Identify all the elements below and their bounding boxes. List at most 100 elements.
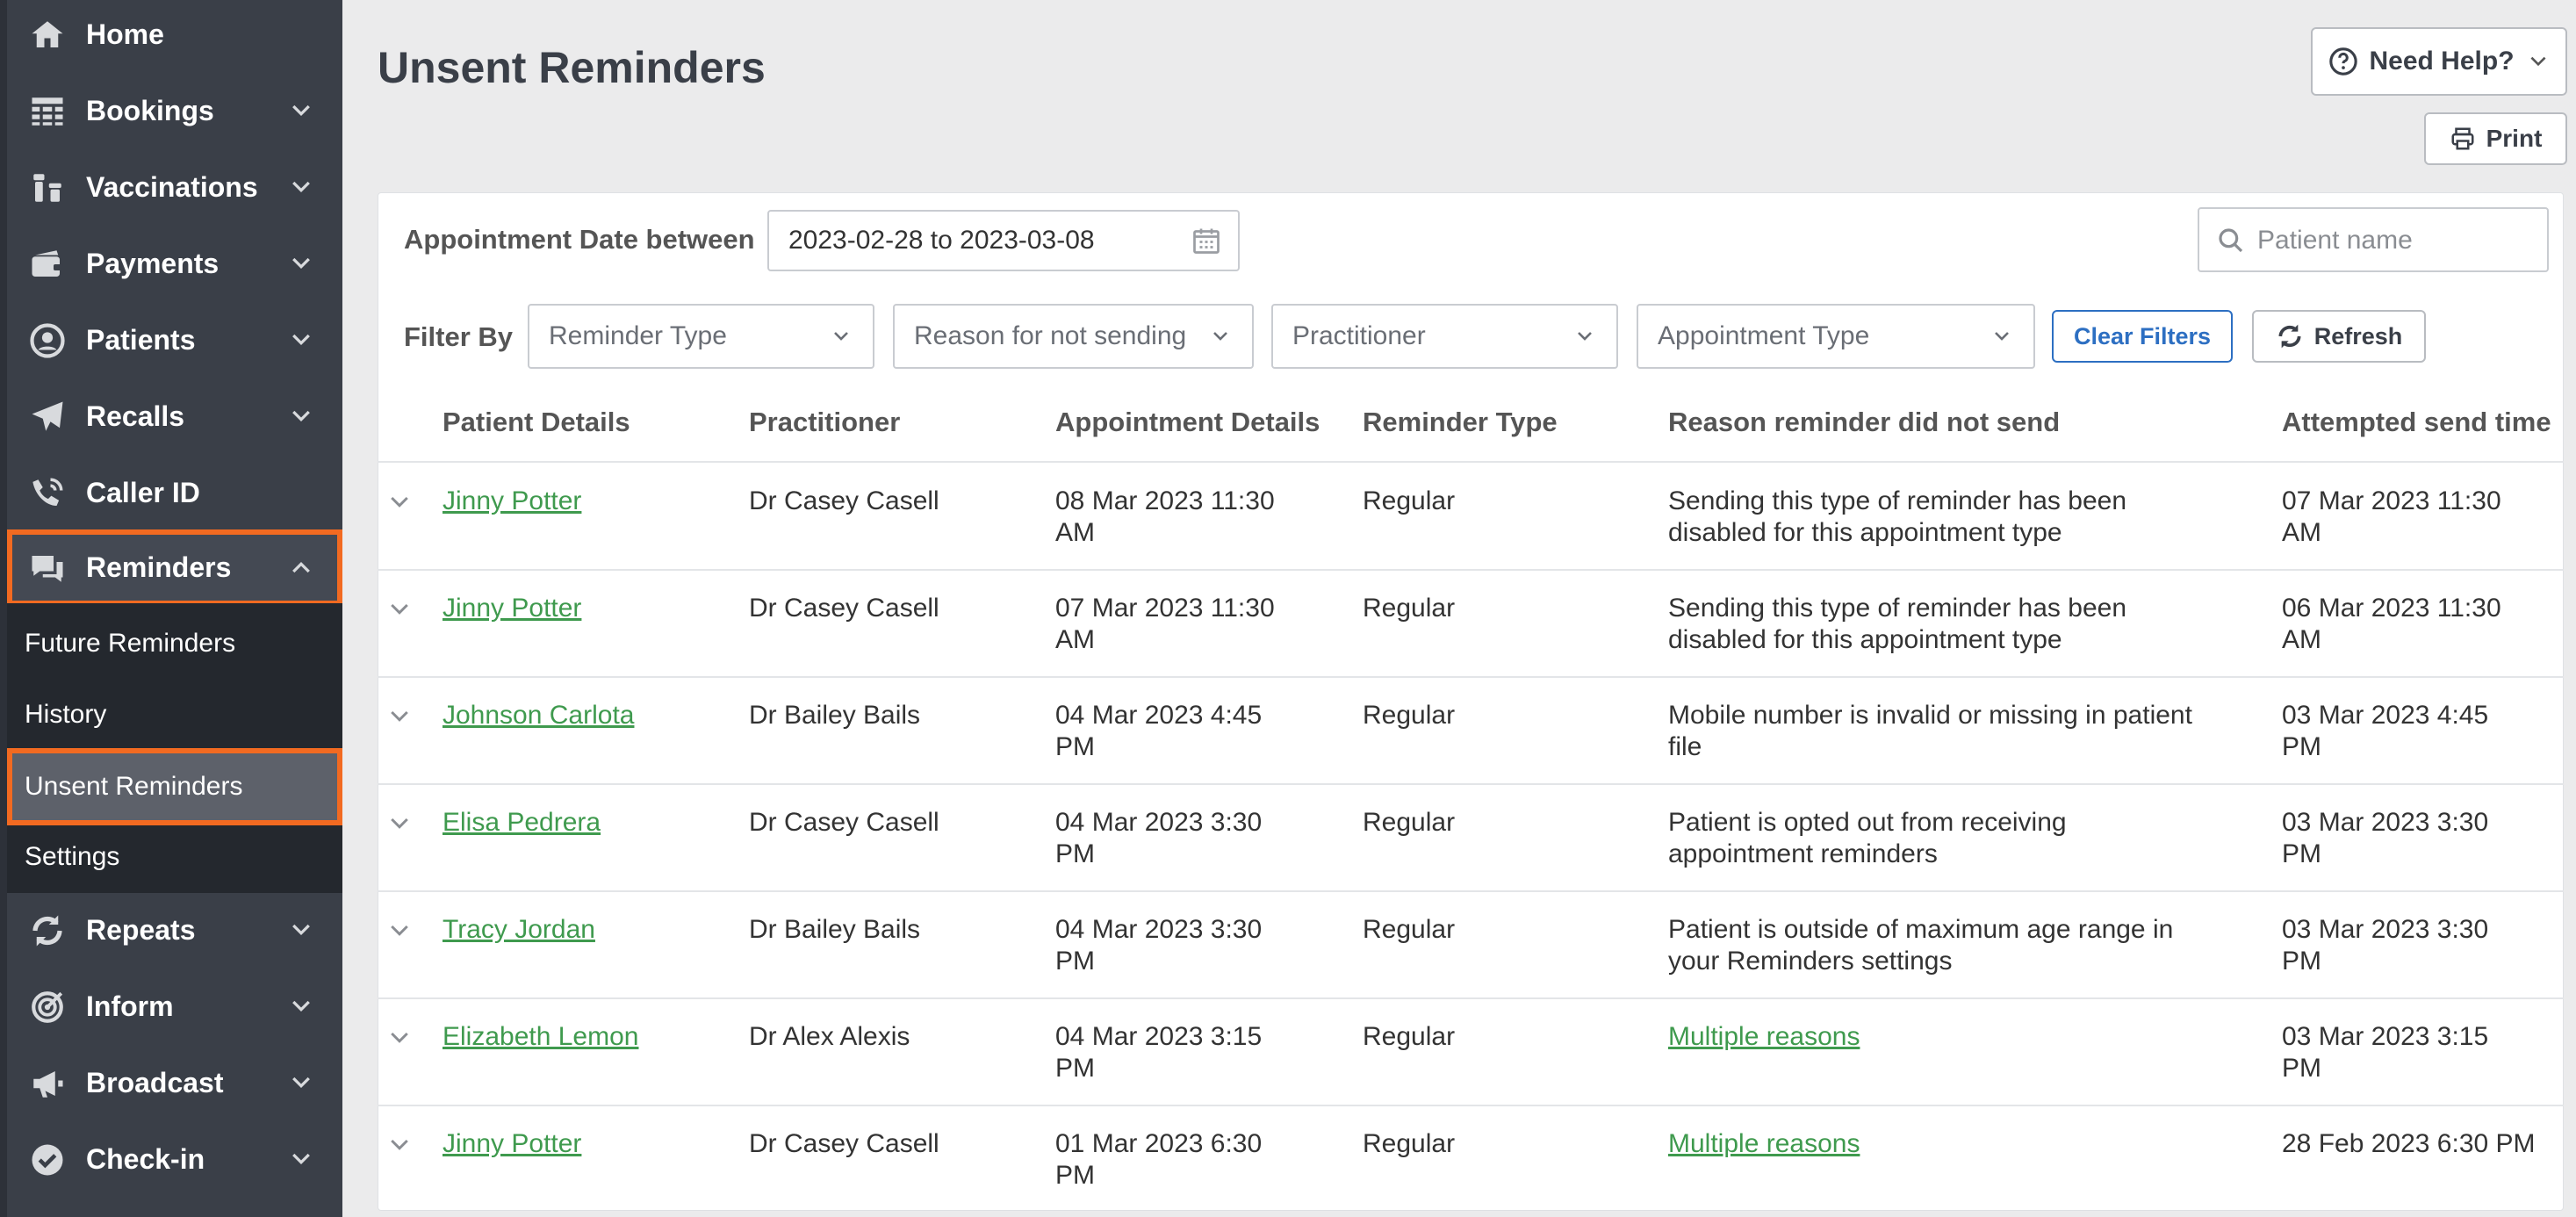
sidebar-item-label: Repeats [86, 914, 196, 946]
appointment-cell-line: 04 Mar 2023 3:15 [1055, 1022, 1263, 1051]
attempted-time-cell: 07 Mar 2023 11:30 AM [2282, 486, 2501, 549]
patient-search[interactable] [2198, 207, 2549, 272]
appointment-cell-line: AM [1055, 625, 1095, 654]
column-header-reason[interactable]: Reason reminder did not send [1668, 407, 2060, 438]
patient-search-input[interactable] [2256, 218, 2540, 263]
clear-filters-button[interactable]: Clear Filters [2052, 310, 2233, 363]
appointment-cell: 04 Mar 2023 3:30 PM [1055, 914, 1262, 977]
reason-cell[interactable]: Multiple reasons [1668, 1128, 1860, 1160]
reason-cell-line: disabled for this appointment type [1668, 625, 2062, 654]
attempted-time-cell-line: 03 Mar 2023 4:45 [2282, 701, 2489, 730]
print-button[interactable]: Print [2424, 112, 2567, 165]
expand-row-chevron-icon[interactable] [386, 1132, 413, 1158]
column-header-patient[interactable]: Patient Details [443, 407, 630, 438]
appointment-cell-line: 04 Mar 2023 4:45 [1055, 701, 1263, 730]
sidebar-item-label: Inform [86, 990, 174, 1022]
chevron-down-icon [292, 1077, 310, 1089]
sidebar-item-inform[interactable]: Inform [7, 969, 342, 1045]
sidebar-item-vaccinations[interactable]: Vaccinations [7, 149, 342, 226]
calendar-grid-icon [28, 92, 67, 131]
patient-name-link[interactable]: Tracy Jordan [443, 914, 595, 946]
expand-row-chevron-icon[interactable] [386, 703, 413, 730]
patient-name-link[interactable]: Jinny Potter [443, 1128, 581, 1160]
chevron-down-icon [292, 334, 310, 346]
practitioner-cell: Dr Bailey Bails [749, 701, 921, 730]
attempted-time-cell-line: 03 Mar 2023 3:30 [2282, 808, 2489, 837]
reminder-type-select[interactable]: Reminder Type [528, 304, 874, 369]
sidebar-item-broadcast[interactable]: Broadcast [7, 1045, 342, 1121]
column-header-attempted-time[interactable]: Attempted send time [2282, 407, 2551, 438]
vials-icon [28, 169, 67, 207]
attempted-time-cell-line: 07 Mar 2023 11:30 [2282, 486, 2501, 515]
chevron-down-icon [292, 257, 310, 270]
submenu-item-history[interactable]: History [7, 681, 342, 749]
sidebar-item-reminders[interactable]: Reminders [7, 529, 342, 606]
patient-name-link[interactable]: Elizabeth Lemon [443, 1021, 638, 1053]
sidebar-item-label: Check-in [86, 1143, 205, 1175]
expand-row-chevron-icon[interactable] [386, 489, 413, 515]
reason-select[interactable]: Reason for not sending [893, 304, 1254, 369]
practitioner-cell: Dr Casey Casell [749, 1129, 939, 1158]
attempted-time-cell: 03 Mar 2023 4:45 PM [2282, 700, 2488, 763]
reason-cell: Mobile number is invalid or missing in p… [1668, 700, 2192, 763]
reminder-type-cell: Regular [1363, 486, 1456, 515]
sidebar-item-repeats[interactable]: Repeats [7, 892, 342, 969]
attempted-time-cell-line: PM [2282, 732, 2321, 761]
refresh-button[interactable]: Refresh [2252, 310, 2426, 363]
date-range-label: Appointment Date between [404, 224, 755, 255]
expand-row-chevron-icon[interactable] [386, 596, 413, 623]
practitioner-cell: Dr Casey Casell [749, 594, 939, 623]
check-badge-icon [28, 1141, 67, 1179]
submenu-item-future-reminders[interactable]: Future Reminders [7, 609, 342, 678]
date-range-value: 2023-02-28 to 2023-03-08 [788, 226, 1095, 255]
patient-name-link[interactable]: Jinny Potter [443, 593, 581, 624]
sidebar-edge [0, 0, 7, 1217]
attempted-time-cell-line: 28 Feb 2023 6:30 PM [2282, 1129, 2536, 1158]
attempted-time-cell: 03 Mar 2023 3:15 PM [2282, 1021, 2488, 1084]
paper-plane-icon [28, 398, 67, 436]
chevron-down-icon [1995, 332, 2009, 341]
reason-cell: Patient is opted out from receiving appoi… [1668, 807, 2067, 870]
sidebar-item-recalls[interactable]: Recalls [7, 378, 342, 455]
reason-cell-line: disabled for this appointment type [1668, 518, 2062, 547]
expand-row-chevron-icon[interactable] [386, 1025, 413, 1051]
column-header-appointment[interactable]: Appointment Details [1055, 407, 1320, 438]
sidebar-item-check-in[interactable]: Check-in [7, 1121, 342, 1198]
sidebar-item-patients[interactable]: Patients [7, 302, 342, 378]
reason-cell[interactable]: Multiple reasons [1668, 1021, 1860, 1053]
printer-icon [2451, 127, 2474, 150]
practitioner-select[interactable]: Practitioner [1271, 304, 1618, 369]
sidebar-item-caller-id[interactable]: Caller ID [7, 455, 342, 531]
submenu-item-unsent-reminders[interactable]: Unsent Reminders [7, 748, 342, 825]
appointment-cell: 01 Mar 2023 6:30 PM [1055, 1128, 1262, 1192]
column-header-reminder-type[interactable]: Reminder Type [1363, 407, 1558, 438]
attempted-time-cell: 03 Mar 2023 3:30 PM [2282, 807, 2488, 870]
reminder-type-cell: Regular [1363, 808, 1456, 837]
column-header-practitioner[interactable]: Practitioner [749, 407, 900, 438]
submenu-item-settings[interactable]: Settings [7, 823, 342, 891]
reason-cell-line: file [1668, 732, 1702, 761]
expand-row-chevron-icon[interactable] [386, 918, 413, 944]
patient-name-link[interactable]: Jinny Potter [443, 486, 581, 517]
need-help-label: Need Help? [2369, 47, 2515, 76]
sidebar-item-bookings[interactable]: Bookings [7, 73, 342, 149]
sidebar-item-payments[interactable]: Payments [7, 226, 342, 302]
home-icon [28, 16, 67, 54]
date-range-picker[interactable]: 2023-02-28 to 2023-03-08 [767, 210, 1240, 271]
attempted-time-cell-line: 06 Mar 2023 11:30 [2282, 594, 2501, 623]
appointment-cell-line: 04 Mar 2023 3:30 [1055, 915, 1263, 944]
reason-cell: Patient is outside of maximum age range … [1668, 914, 2173, 977]
sidebar-item-home[interactable]: Home [7, 0, 342, 73]
need-help-button[interactable]: Need Help? [2311, 27, 2567, 96]
appointment-cell: 04 Mar 2023 3:15 PM [1055, 1021, 1262, 1084]
attempted-time-cell-line: PM [2282, 839, 2321, 868]
attempted-time-cell-line: PM [2282, 1054, 2321, 1083]
reminder-type-cell: Regular [1363, 1022, 1456, 1051]
appointment-type-select[interactable]: Appointment Type [1637, 304, 2035, 369]
appointment-cell-line: 04 Mar 2023 3:30 [1055, 808, 1263, 837]
expand-row-chevron-icon[interactable] [386, 810, 413, 837]
patient-name-link[interactable]: Johnson Carlota [443, 700, 634, 731]
sidebar-item-label: Home [86, 18, 164, 50]
patient-name-link[interactable]: Elisa Pedrera [443, 807, 601, 839]
sidebar-item-label: Vaccinations [86, 171, 258, 203]
